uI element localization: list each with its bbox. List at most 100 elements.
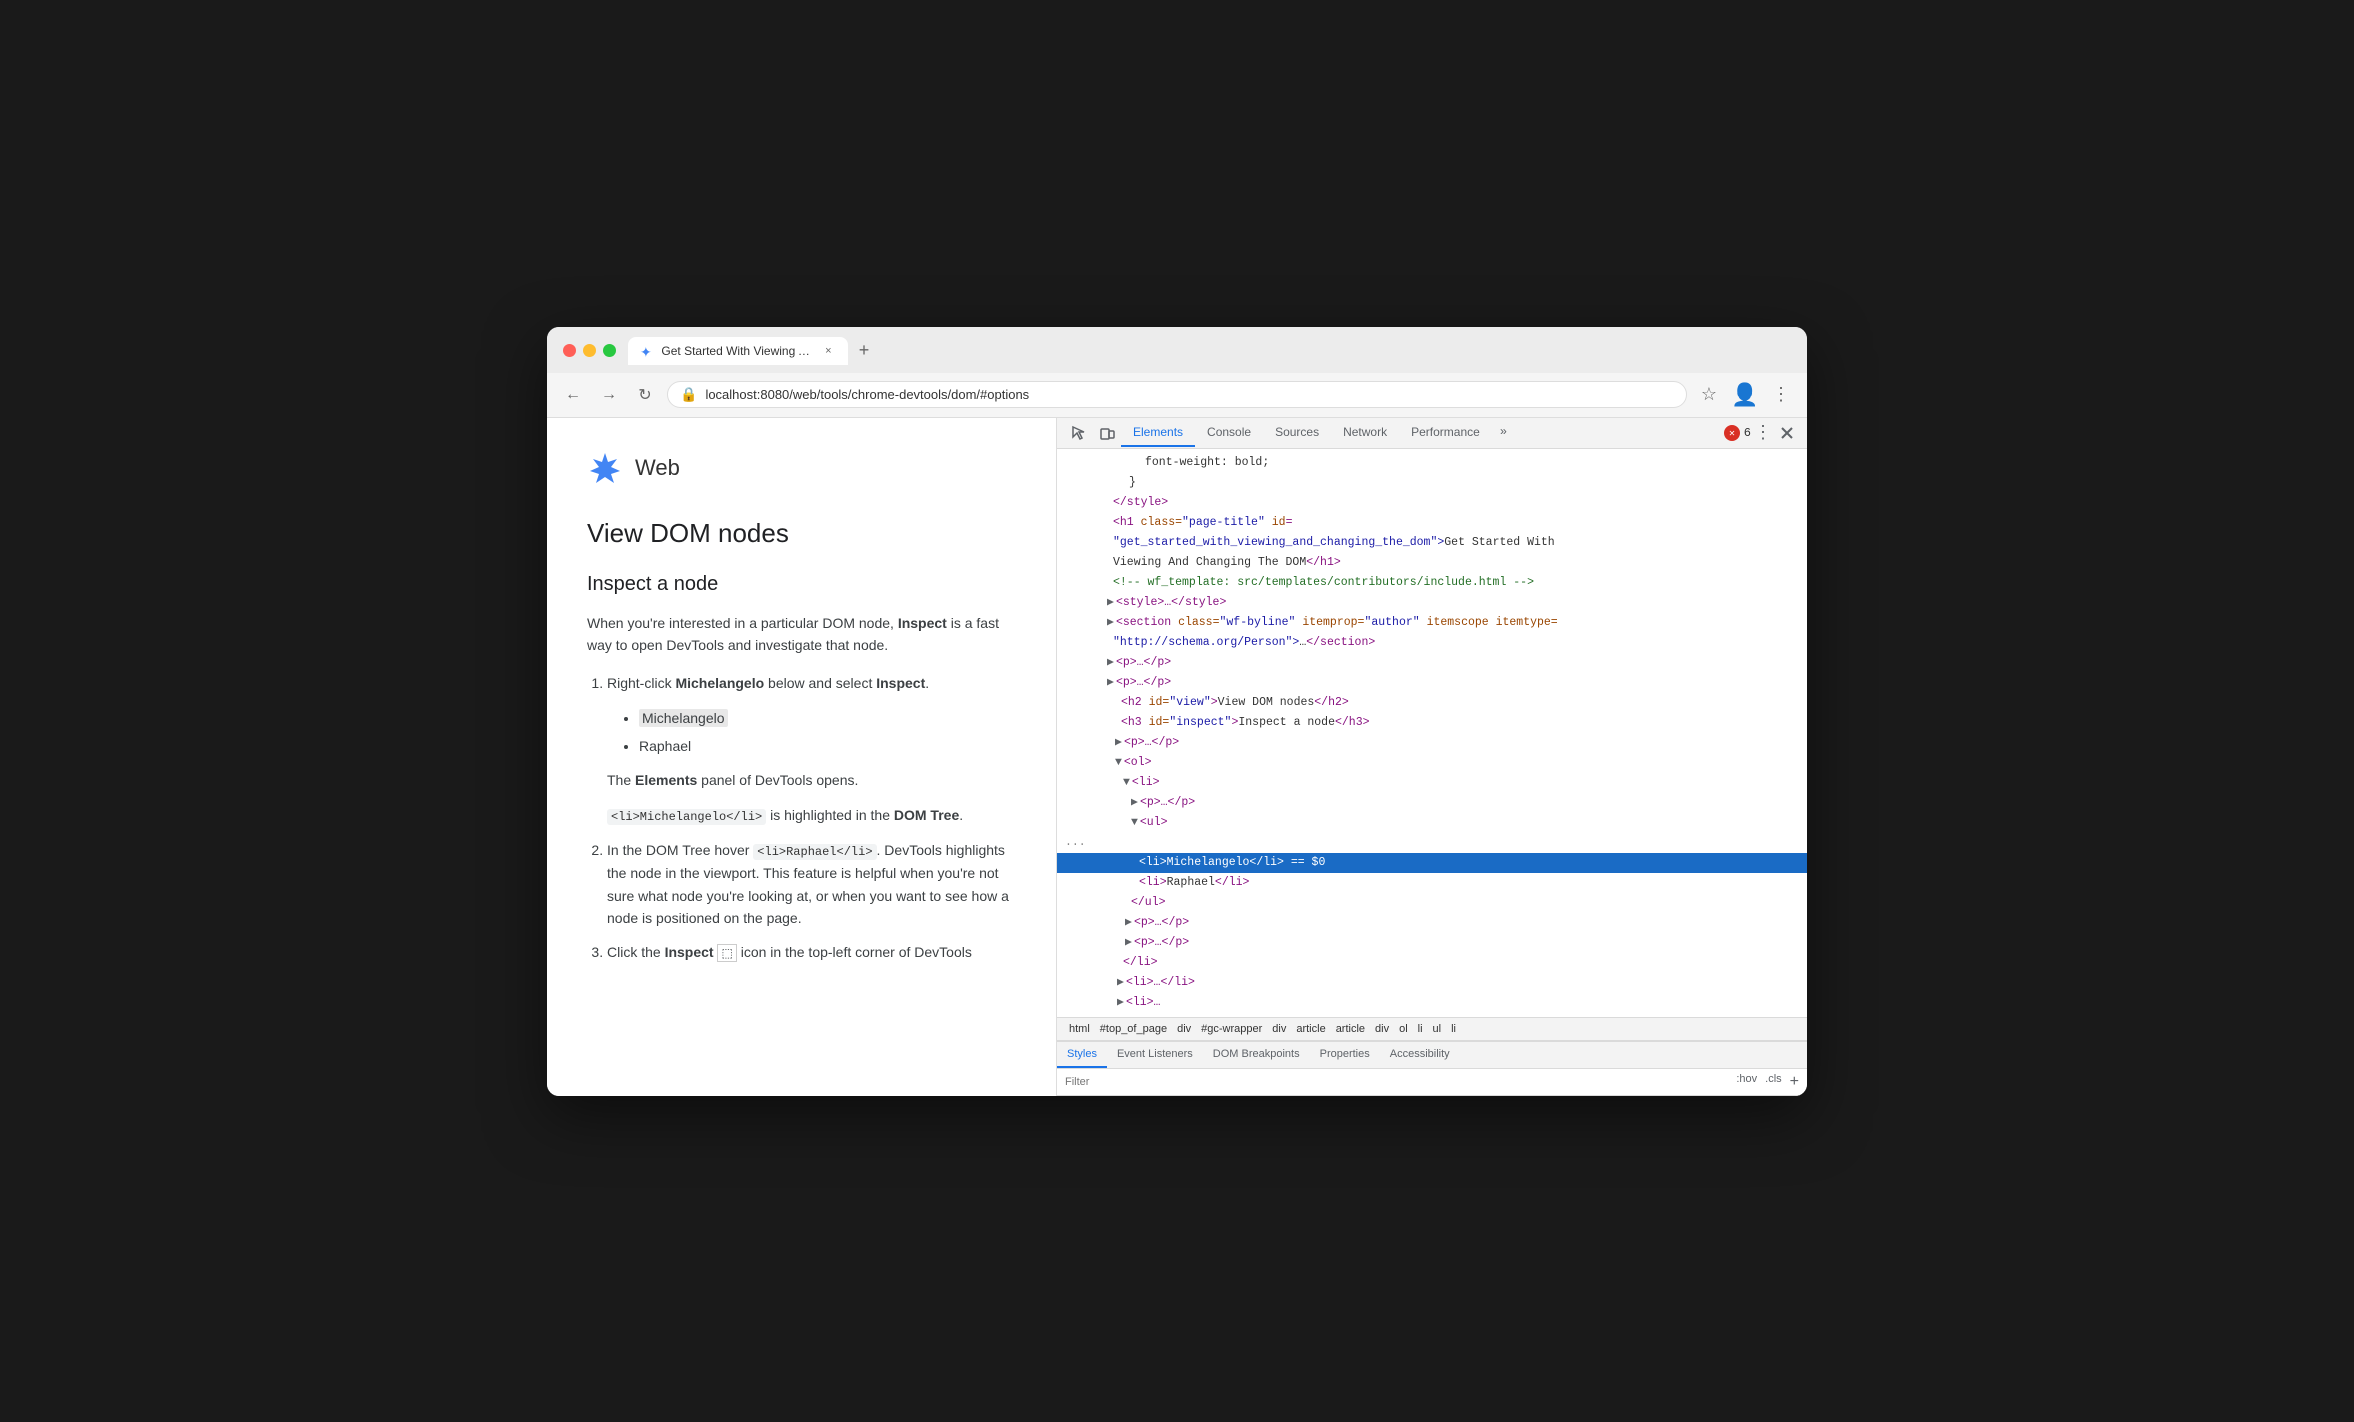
dom-line-p1[interactable]: ▶ <p>…</p> [1057,653,1807,673]
dom-line-li-open[interactable]: ▼ <li> [1057,773,1807,793]
active-tab[interactable]: ✦ Get Started With Viewing And × [628,337,848,365]
bc-ul[interactable]: ul [1429,1022,1446,1036]
devtools-more-button[interactable]: ⋮ [1751,418,1775,448]
bc-html[interactable]: html [1065,1022,1094,1036]
tab-performance[interactable]: Performance [1399,419,1492,447]
bc-div-1[interactable]: div [1173,1022,1195,1036]
dom-tree[interactable]: font-weight: bold; } </style> <h1 class=… [1057,449,1807,1017]
hov-filter[interactable]: :hov [1736,1073,1757,1091]
lock-icon: 🔒 [680,386,697,403]
new-tab-button[interactable]: + [850,337,878,365]
svg-text:✕: ✕ [1728,429,1735,438]
cls-filter[interactable]: .cls [1765,1073,1782,1091]
p-in-li-tag: <p>…</p> [1140,794,1195,812]
chrome-menu-button[interactable]: ⋮ [1767,381,1795,409]
bc-article-1[interactable]: article [1292,1022,1329,1036]
dom-line-style-close[interactable]: </style> [1057,493,1807,513]
li-collapse-arrow[interactable]: ▼ [1123,774,1130,792]
refresh-button[interactable]: ↻ [631,381,659,409]
address-bar[interactable]: 🔒 localhost:8080/web/tools/chrome-devtoo… [667,381,1687,408]
filter-input[interactable] [1065,1076,1728,1088]
section-open-tag: <section [1116,614,1178,632]
dom-line-ul-close[interactable]: </ul> [1057,893,1807,913]
expand-arrow-icon[interactable]: ▶ [1117,974,1124,992]
dom-line-li3-collapsed[interactable]: ▶ <li>… [1057,993,1807,1013]
bc-li-2[interactable]: li [1447,1022,1460,1036]
dom-line-p-collapsed[interactable]: ▶ <p>…</p> [1057,793,1807,813]
title-bar: ✦ Get Started With Viewing And × + [547,327,1807,373]
page-content: Web View DOM nodes Inspect a node When y… [547,418,1057,1096]
dom-line-p2[interactable]: ▶ <p>…</p> [1057,673,1807,693]
bc-top-of-page[interactable]: #top_of_page [1096,1022,1171,1036]
browser-window: ✦ Get Started With Viewing And × + ← → ↻… [547,327,1807,1096]
dom-line-font-weight[interactable]: font-weight: bold; [1057,453,1807,473]
account-button[interactable]: 👤 [1731,381,1759,409]
dom-line-section[interactable]: ▶ <section class="wf-byline" itemprop="a… [1057,613,1807,633]
ul-collapse-arrow[interactable]: ▼ [1131,814,1138,832]
styles-tab-styles[interactable]: Styles [1057,1042,1107,1068]
expand-arrow-icon[interactable]: ▶ [1125,914,1132,932]
dom-line-h1-content[interactable]: Viewing And Changing The DOM</h1> [1057,553,1807,573]
inspect-bold-2: Inspect [876,675,925,691]
dom-line-ul-open[interactable]: ▼ <ul> [1057,813,1807,833]
dom-line-brace[interactable]: } [1057,473,1807,493]
styles-tab-properties[interactable]: Properties [1310,1042,1380,1068]
expand-arrow-icon[interactable]: ▶ [1131,794,1138,812]
inspect-element-button[interactable] [1065,418,1093,448]
expand-arrow-icon[interactable]: ▶ [1125,934,1132,952]
dom-line-h1-id[interactable]: "get_started_with_viewing_and_changing_t… [1057,533,1807,553]
bookmark-button[interactable]: ☆ [1695,381,1723,409]
maximize-traffic-light[interactable] [603,344,616,357]
dom-line-h3[interactable]: <h3 id="inspect">Inspect a node</h3> [1057,713,1807,733]
forward-button[interactable]: → [595,381,623,409]
dom-line-ol-open[interactable]: ▼ <ol> [1057,753,1807,773]
dom-line-h1[interactable]: <h1 class="page-title" id= [1057,513,1807,533]
michelangelo-highlighted: Michelangelo [639,709,728,727]
tab-elements[interactable]: Elements [1121,419,1195,447]
tab-console[interactable]: Console [1195,419,1263,447]
expand-arrow-icon[interactable]: ▶ [1107,614,1114,632]
ol-collapse-arrow[interactable]: ▼ [1115,754,1122,772]
expand-arrow-icon[interactable]: ▶ [1115,734,1122,752]
error-count-text: 6 [1744,426,1751,440]
close-traffic-light[interactable] [563,344,576,357]
dom-line-h2[interactable]: <h2 id="view">View DOM nodes</h2> [1057,693,1807,713]
close-icon [1779,425,1795,441]
add-style-button[interactable]: + [1790,1073,1799,1091]
dom-line-p4[interactable]: ▶ <p>…</p> [1057,913,1807,933]
dom-line-michelangelo[interactable]: <li>Michelangelo</li> == $0 [1057,853,1807,873]
styles-tab-accessibility[interactable]: Accessibility [1380,1042,1460,1068]
dom-line-li-close[interactable]: </li> [1057,953,1807,973]
bc-gc-wrapper[interactable]: #gc-wrapper [1197,1022,1266,1036]
styles-tab-dom-breakpoints[interactable]: DOM Breakpoints [1203,1042,1310,1068]
dom-line-ellipsis[interactable]: ... [1057,833,1807,853]
dom-line-raphael[interactable]: <li>Raphael</li> [1057,873,1807,893]
tab-sources[interactable]: Sources [1263,419,1331,447]
dom-line-p3[interactable]: ▶ <p>…</p> [1057,733,1807,753]
michelangelo-item: Michelangelo [639,707,1016,729]
bc-div-3[interactable]: div [1371,1022,1393,1036]
dom-line-li2-collapsed[interactable]: ▶ <li>…</li> [1057,973,1807,993]
bc-ol[interactable]: ol [1395,1022,1412,1036]
dom-line-section-url[interactable]: "http://schema.org/Person">…</section> [1057,633,1807,653]
bc-div-2[interactable]: div [1268,1022,1290,1036]
bc-article-2[interactable]: article [1332,1022,1369,1036]
more-tabs-button[interactable]: » [1492,419,1515,447]
dom-line-p5[interactable]: ▶ <p>…</p> [1057,933,1807,953]
dom-line-comment[interactable]: <!-- wf_template: src/templates/contribu… [1057,573,1807,593]
h1-text-content: Viewing And Changing The DOM [1113,554,1306,572]
expand-arrow-icon[interactable]: ▶ [1107,654,1114,672]
back-button[interactable]: ← [559,381,587,409]
expand-arrow-icon[interactable]: ▶ [1117,994,1124,1012]
styles-tab-event-listeners[interactable]: Event Listeners [1107,1042,1203,1068]
tab-network[interactable]: Network [1331,419,1399,447]
page-main-heading: View DOM nodes [587,518,1016,549]
devtools-close-button[interactable] [1775,418,1799,448]
minimize-traffic-light[interactable] [583,344,596,357]
expand-arrow-icon[interactable]: ▶ [1107,674,1114,692]
device-toolbar-button[interactable] [1093,418,1121,448]
expand-arrow-icon[interactable]: ▶ [1107,594,1114,612]
tab-close-button[interactable]: × [821,343,836,359]
dom-line-style-collapsed[interactable]: ▶ <style>…</style> [1057,593,1807,613]
bc-li-1[interactable]: li [1414,1022,1427,1036]
